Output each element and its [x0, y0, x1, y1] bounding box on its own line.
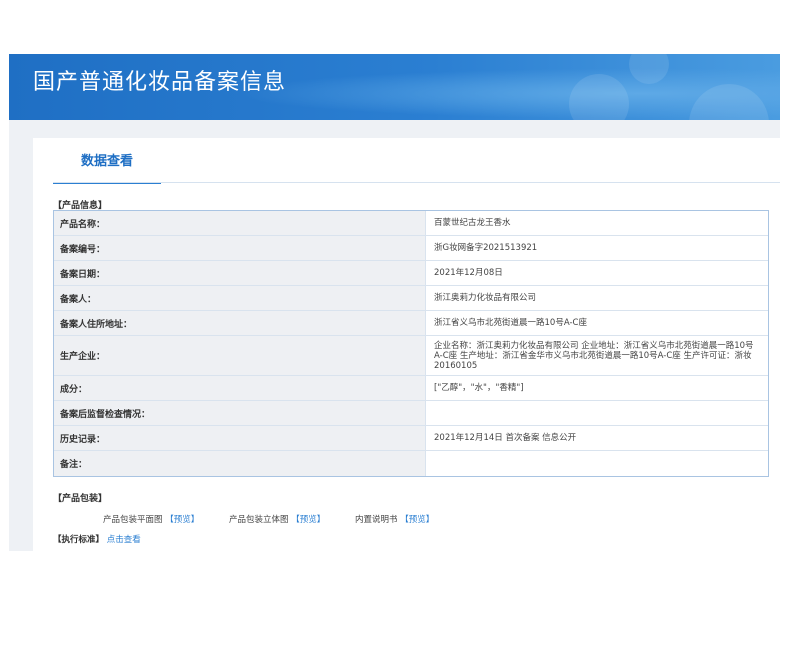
row-label: 备案后监督检查情况：	[54, 401, 426, 425]
content-card: 数据查看 【产品信息】 产品名称： 百蒙世纪古龙王香水 备案编号： 浙G妆网备字…	[33, 138, 780, 551]
packaging-item: 产品包装平面图 【预览】	[103, 513, 199, 525]
preview-link: 【预览】	[400, 515, 435, 525]
packaging-title: 【产品包装】	[53, 494, 108, 504]
table-row: 备案日期： 2021年12月08日	[54, 261, 768, 286]
row-value: 2021年12月14日 首次备案 信息公开	[434, 433, 577, 443]
tab-divider	[53, 182, 780, 183]
row-label: 备注：	[54, 451, 426, 476]
row-label: 生产企业：	[54, 336, 426, 375]
page-frame: 国产普通化妆品备案信息 数据查看 【产品信息】 产品名称： 百蒙世纪古龙王香水 …	[9, 54, 780, 551]
row-label: 备案日期：	[54, 261, 426, 285]
table-row: 备案人住所地址： 浙江省义乌市北苑街道晨一路10号A-C座	[54, 311, 768, 336]
standard-view-link[interactable]: 点击查看	[107, 535, 141, 545]
preview-link-text[interactable]: 预览	[300, 515, 317, 525]
row-value: 企业名称：浙江奥莉力化妆品有限公司 企业地址：浙江省义乌市北苑街道晨一路10号A…	[434, 340, 754, 371]
table-row: 历史记录： 2021年12月14日 首次备案 信息公开	[54, 426, 768, 451]
row-label: 备案编号：	[54, 236, 426, 260]
row-label: 产品名称：	[54, 211, 426, 235]
row-value	[426, 451, 768, 476]
table-row: 产品名称： 百蒙世纪古龙王香水	[54, 211, 768, 236]
packaging-item: 内置说明书 【预览】	[355, 513, 434, 525]
row-value: 百蒙世纪古龙王香水	[434, 218, 511, 228]
row-value: 浙G妆网备字2021513921	[434, 243, 538, 253]
table-row: 成分： ["乙醇"，"水"，"香精"]	[54, 376, 768, 401]
preview-link: 【预览】	[291, 515, 326, 525]
table-row: 备案编号： 浙G妆网备字2021513921	[54, 236, 768, 261]
row-label: 备案人：	[54, 286, 426, 310]
header-banner: 国产普通化妆品备案信息	[9, 54, 780, 120]
packaging-item-label: 内置说明书	[355, 515, 398, 525]
packaging-item: 产品包装立体图 【预览】	[229, 513, 325, 525]
standard-title: 【执行标准】	[53, 535, 105, 545]
row-value	[426, 401, 768, 425]
packaging-item-label: 产品包装平面图	[103, 515, 163, 525]
standard-row: 【执行标准】 点击查看	[53, 533, 141, 545]
table-row: 备案后监督检查情况：	[54, 401, 768, 426]
row-value: 浙江省义乌市北苑街道晨一路10号A-C座	[434, 318, 587, 328]
row-value: ["乙醇"，"水"，"香精"]	[434, 383, 524, 393]
page-title: 国产普通化妆品备案信息	[33, 70, 287, 95]
packaging-item-label: 产品包装立体图	[229, 515, 289, 525]
row-label: 历史记录：	[54, 426, 426, 450]
product-info-table: 产品名称： 百蒙世纪古龙王香水 备案编号： 浙G妆网备字2021513921 备…	[53, 210, 769, 477]
preview-link-text[interactable]: 预览	[174, 515, 191, 525]
row-label: 备案人住所地址：	[54, 311, 426, 335]
row-label: 成分：	[54, 376, 426, 400]
row-value: 2021年12月08日	[434, 268, 503, 278]
table-row: 备案人： 浙江奥莉力化妆品有限公司	[54, 286, 768, 311]
preview-link: 【预览】	[165, 515, 200, 525]
preview-link-text[interactable]: 预览	[409, 515, 426, 525]
tab-data-view[interactable]: 数据查看	[53, 138, 161, 184]
table-row: 备注：	[54, 451, 768, 476]
row-value: 浙江奥莉力化妆品有限公司	[434, 293, 537, 303]
table-row: 生产企业： 企业名称：浙江奥莉力化妆品有限公司 企业地址：浙江省义乌市北苑街道晨…	[54, 336, 768, 376]
